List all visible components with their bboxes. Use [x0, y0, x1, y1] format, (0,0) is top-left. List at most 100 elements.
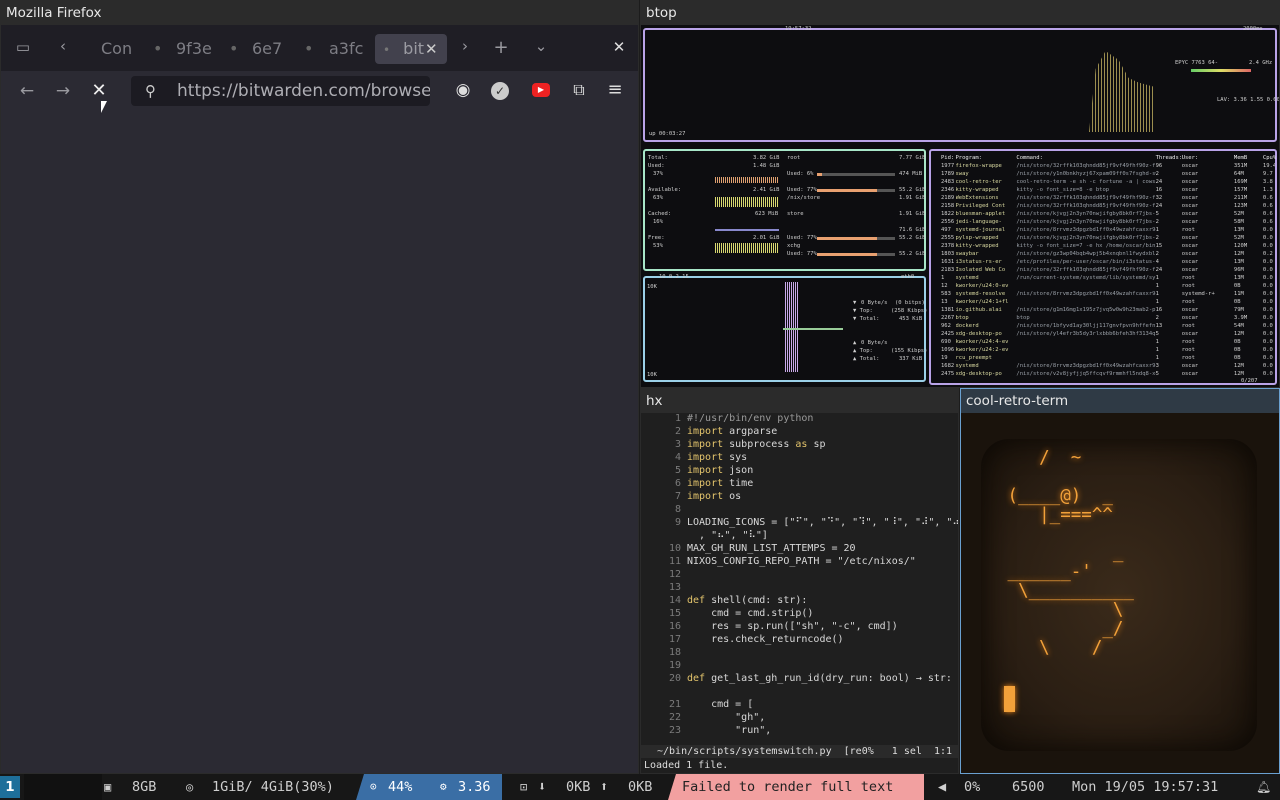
page-content[interactable]	[1, 101, 638, 773]
line-number: 2	[674, 426, 681, 437]
btop-disk-1-name: /nix/store	[787, 195, 821, 201]
btop-disk-0-bar	[817, 173, 895, 176]
forward-icon[interactable]: →	[53, 81, 73, 101]
proc-row[interactable]: 583 systemd-resolve/nix/store/8rrvmz3dpgz…	[931, 290, 1275, 298]
volume-icon[interactable]: ◀	[938, 774, 946, 800]
btop-disk-1-size: 1.91 GiB	[899, 195, 926, 201]
proc-cell: 0.0	[1262, 331, 1273, 337]
proc-cell: 52M	[1233, 235, 1244, 241]
notification-icon[interactable]: 🔔︎	[1256, 774, 1271, 800]
account-icon[interactable]: ◉	[453, 80, 473, 100]
proc-row[interactable]: 1789 sway/nix/store/y1n0bnkhyzj67xpam09ff…	[931, 170, 1275, 178]
proc-row[interactable]: 2555 pylsp-wrapped/nix/store/kjvgj2n3yn70…	[931, 234, 1275, 242]
proc-cell: io.github.alai	[955, 307, 1002, 313]
proc-header-cell[interactable]: Program:	[956, 154, 983, 162]
list-tabs-icon[interactable]: ⌄	[531, 37, 551, 55]
btop-cpu-box: 19:57:32 2000ms EPYC 7763 64- 2.4 GHz LA…	[643, 26, 1279, 142]
proc-row[interactable]: 2267 btop btop 2 oscar 3.9M 0.0	[931, 314, 1275, 322]
stop-icon[interactable]: ✕	[89, 80, 109, 101]
proc-row[interactable]: 2475 xdg-desktop-po/nix/store/v2v8jyfjjq5…	[931, 370, 1275, 376]
proc-row[interactable]: 2158 Privileged Cont/nix/store/32rffk103q…	[931, 202, 1275, 210]
cool-retro-term-window: cool-retro-term / ~ (____@) _ |_===^^ _ …	[960, 388, 1280, 774]
proc-row[interactable]: 2425 xdg-desktop-po/nix/store/yl4efr3b5dy…	[931, 330, 1275, 338]
code-line: import subprocess as sp	[687, 439, 826, 450]
proc-header-cell[interactable]: Cpu%	[1263, 154, 1276, 162]
proc-row[interactable]: 12 kworker/u24:0-ev 1 root 0B 0.0	[931, 282, 1275, 290]
close-window-icon[interactable]: ✕	[609, 38, 629, 56]
extension-icon[interactable]: ✓	[491, 82, 509, 100]
code-editor[interactable]: 1 #!/usr/bin/env python 2 import argparse 3 i…	[641, 413, 958, 748]
proc-cell: 0B	[1233, 339, 1241, 345]
chevron-right-icon[interactable]: ›	[457, 37, 473, 55]
proc-cell: 0.0	[1262, 371, 1273, 376]
tab-2[interactable]: 6e7	[252, 34, 292, 64]
brightness-value[interactable]: 6500	[1012, 774, 1045, 800]
proc-cell: root	[1181, 355, 1195, 361]
proc-cell: jedi-language-	[955, 219, 1002, 225]
new-tab-icon[interactable]: +	[491, 37, 511, 58]
chevron-left-icon[interactable]: ‹	[55, 37, 71, 55]
btop-disk-2-used: Used: 77%	[787, 235, 817, 241]
mouse-cursor-icon	[101, 101, 107, 113]
proc-row[interactable]: 2183 Isolated Web Co/nix/store/32rffk103q…	[931, 266, 1275, 274]
proc-row[interactable]: 1822 bluesman-applet/nix/store/kjvgj2n3yn…	[931, 210, 1275, 218]
line-number: 1	[674, 413, 681, 424]
proc-cell: 0.0	[1262, 259, 1273, 265]
proc-row[interactable]: 1631 i3status-rs-er/etc/profiles/per-user…	[931, 258, 1275, 266]
proc-cell: 2378	[941, 243, 955, 249]
proc-row[interactable]: 1 systemd/run/current-system/systemd/lib/…	[931, 274, 1275, 282]
proc-row[interactable]: 2556 jedi-language- /nix/store/kjvgj2n3yn7…	[931, 218, 1275, 226]
btop-mem-free-graph	[715, 243, 779, 253]
btop-mem-avail: 2.41 GiB	[753, 187, 780, 193]
youtube-icon[interactable]: ▶	[532, 83, 550, 97]
tab-selected[interactable]: • bit ✕	[375, 34, 447, 64]
proc-header-cell[interactable]: User:	[1182, 154, 1199, 162]
back-icon[interactable]: ←	[17, 81, 37, 101]
proc-header-cell[interactable]: Threads:	[1156, 154, 1183, 162]
volume-value[interactable]: 0%	[964, 774, 980, 800]
workspace-button[interactable]: 1	[0, 776, 20, 798]
proc-row[interactable]: 1803 swaybar/nix/store/gz3wp04bqb4wpj5b4x…	[931, 250, 1275, 258]
proc-cell: /nix/store/gz3wp04bqb4wpj5b4xnqbnl1fwydx…	[1016, 251, 1156, 257]
proc-row[interactable]: 962 dockerd/nix/store/1bfyvd1ay30ljj117gn…	[931, 322, 1275, 330]
proc-row[interactable]: 19 rcu_preempt 1 root 0B 0.0	[931, 354, 1275, 362]
url-bar[interactable]: ⚲ https://bitwarden.com/browse	[131, 76, 430, 106]
proc-header-cell[interactable]: MemB	[1234, 154, 1247, 162]
proc-cell: 1	[1155, 291, 1159, 297]
proc-header-cell[interactable]: Command:	[1016, 154, 1043, 162]
proc-cell: 2	[1155, 235, 1159, 241]
close-tab-icon[interactable]: ✕	[425, 34, 438, 64]
proc-row[interactable]: 2189 WebExtensions/nix/store/32rffk103qhn…	[931, 194, 1275, 202]
line-number: 7	[674, 491, 681, 502]
proc-row[interactable]: 497 systemd-journal/nix/store/8rrvmz3dpgz…	[931, 226, 1275, 234]
proc-row[interactable]: 1682 systemd/nix/store/8rrvmz3dpgzbd1ff0x…	[931, 362, 1275, 370]
btop-proc-list[interactable]: 1977 firefox-wrappe/nix/store/32rffk103qh…	[931, 162, 1275, 376]
proc-row[interactable]: 1977 firefox-wrappe/nix/store/32rffk103qh…	[931, 162, 1275, 170]
proc-row[interactable]: 2378 kitty-wrapped kitty -o font_size=7 -e…	[931, 242, 1275, 250]
proc-row[interactable]: 1096 kworker/u24:2-ev 1 root 0B 0.0	[931, 346, 1275, 354]
proc-cell: rcu_preempt	[955, 355, 992, 361]
line-number: 18	[668, 647, 681, 658]
proc-cell: oscar	[1181, 251, 1199, 257]
proc-cell: 0.0	[1262, 227, 1273, 233]
proc-row[interactable]: 690 kworker/u24:4-ev 1 root 0B 0.0	[931, 338, 1275, 346]
proc-cell: 0.0	[1262, 267, 1273, 273]
proc-row[interactable]: 13 kworker/u24:1+fl 1 root 0B 0.0	[931, 298, 1275, 306]
tab-groups-icon[interactable]: ▭	[13, 38, 33, 56]
btop-net-up-label: ▲	[853, 340, 860, 346]
proc-row[interactable]: 2346 kitty-wrapped kitty -o font_size=8 -e…	[931, 186, 1275, 194]
proc-header-cell[interactable]: Pid:	[941, 154, 954, 162]
tab-1[interactable]: 9f3e	[176, 34, 216, 64]
tab-0[interactable]: Con	[101, 34, 145, 64]
btop-net-download: 0 Byte/s	[861, 300, 888, 306]
proc-row[interactable]: 2483 cool-retro-ter cool-retro-term -e sh …	[931, 178, 1275, 186]
line-number: 6	[674, 478, 681, 489]
tab-3[interactable]: a3fc	[329, 34, 369, 64]
menu-icon[interactable]: ≡	[605, 79, 625, 100]
proc-row[interactable]: 1381 io.github.alai/nix/store/g1m16mg1x19…	[931, 306, 1275, 314]
crt-screen[interactable]: / ~ (____@) _ |_===^^ _ ______-' \______…	[981, 439, 1257, 751]
extensions-icon[interactable]: ⧉	[569, 80, 589, 100]
proc-cell: oscar	[1181, 243, 1199, 249]
proc-cell: cool-retro-term -e sh -c fortune -a | co…	[1016, 179, 1156, 185]
btop-mem-used-pct: 37%	[653, 171, 663, 177]
